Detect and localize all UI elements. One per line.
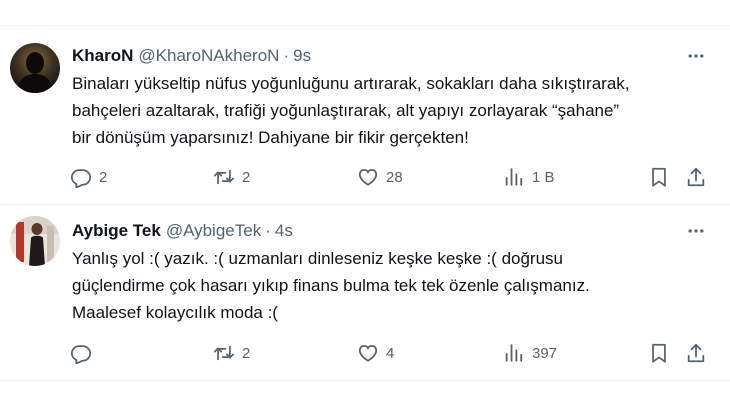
views-count: 1 B [532, 168, 555, 186]
display-name[interactable]: KharoN [72, 46, 133, 66]
more-icon [688, 229, 704, 233]
separator-dot: · [283, 46, 290, 65]
views-icon [505, 168, 523, 186]
share-icon [687, 343, 705, 363]
avatar-image [10, 43, 60, 93]
user-handle[interactable]: @AybigeTek [166, 221, 261, 241]
tweet-text-line: Yanlış yol :( yazık. :( uzmanları dinles… [72, 249, 563, 268]
timestamp[interactable]: 4s [275, 221, 293, 241]
views-button[interactable]: 397 [503, 341, 557, 365]
reply-icon [70, 345, 92, 364]
like-button[interactable]: 4 [357, 341, 394, 365]
more-icon [688, 54, 704, 58]
like-button[interactable]: 28 [357, 165, 403, 189]
avatar-image [10, 216, 60, 266]
reply-button[interactable]: 2 [70, 165, 107, 189]
more-button[interactable] [684, 220, 708, 242]
views-button[interactable]: 1 B [503, 165, 555, 189]
bookmark-icon [652, 167, 666, 187]
reply-count: 2 [99, 168, 108, 186]
tweet-kharon[interactable]: KharoN @KharoNAkheroN · 9s Binaları yüks… [0, 26, 730, 204]
bookmark-icon [652, 343, 666, 363]
bookmark-button[interactable] [648, 341, 670, 365]
tweet-text-line: bir dönüşüm yaparsınız! Dahiyane bir fik… [72, 128, 469, 147]
action-bar: 2 2 28 1 B [0, 165, 730, 189]
reply-button[interactable] [70, 341, 99, 365]
heart-icon [358, 344, 378, 362]
tweet-header: Aybige Tek @AybigeTek · 4s [72, 220, 293, 242]
tweet-text-line: güçlendirme çok hasarı yıkıp finans bulm… [72, 276, 590, 295]
reply-icon [70, 169, 92, 188]
heart-icon [358, 168, 378, 186]
avatar[interactable] [10, 216, 60, 266]
tweet-text-line: Maalesef kolaycılık moda :( [72, 303, 278, 322]
display-name[interactable]: Aybige Tek [72, 221, 161, 241]
retweet-button[interactable]: 2 [213, 165, 250, 189]
like-count: 28 [386, 168, 403, 186]
tweet-header: KharoN @KharoNAkheroN · 9s [72, 45, 311, 67]
timestamp[interactable]: 9s [293, 46, 311, 66]
user-handle[interactable]: @KharoNAkheroN [138, 46, 279, 66]
views-count: 397 [532, 344, 558, 362]
retweet-count: 2 [242, 344, 251, 362]
more-button[interactable] [684, 45, 708, 67]
tweet-text-line: bahçeleri azaltarak, trafiği yoğunlaştır… [72, 101, 620, 120]
retweet-count: 2 [242, 168, 251, 186]
action-bar: 2 4 397 [0, 341, 730, 365]
tweet-aybige[interactable]: Aybige Tek @AybigeTek · 4s Yanlış yol :(… [0, 205, 730, 380]
views-icon [505, 344, 523, 362]
like-count: 4 [386, 344, 395, 362]
avatar[interactable] [10, 43, 60, 93]
retweet-button[interactable]: 2 [213, 341, 250, 365]
share-button[interactable] [685, 165, 707, 189]
bottom-divider [0, 380, 730, 381]
separator-dot: · [265, 221, 271, 240]
tweet-text: Binaları yükseltip nüfus yoğunluğunu art… [72, 70, 712, 151]
retweet-icon [213, 169, 235, 185]
share-button[interactable] [685, 341, 707, 365]
bookmark-button[interactable] [648, 165, 670, 189]
tweet-text: Yanlış yol :( yazık. :( uzmanları dinles… [72, 245, 712, 326]
timeline-feed: KharoN @KharoNAkheroN · 9s Binaları yüks… [0, 0, 730, 420]
retweet-icon [213, 345, 235, 361]
share-icon [687, 167, 705, 187]
tweet-text-line: Binaları yükseltip nüfus yoğunluğunu art… [72, 74, 630, 93]
